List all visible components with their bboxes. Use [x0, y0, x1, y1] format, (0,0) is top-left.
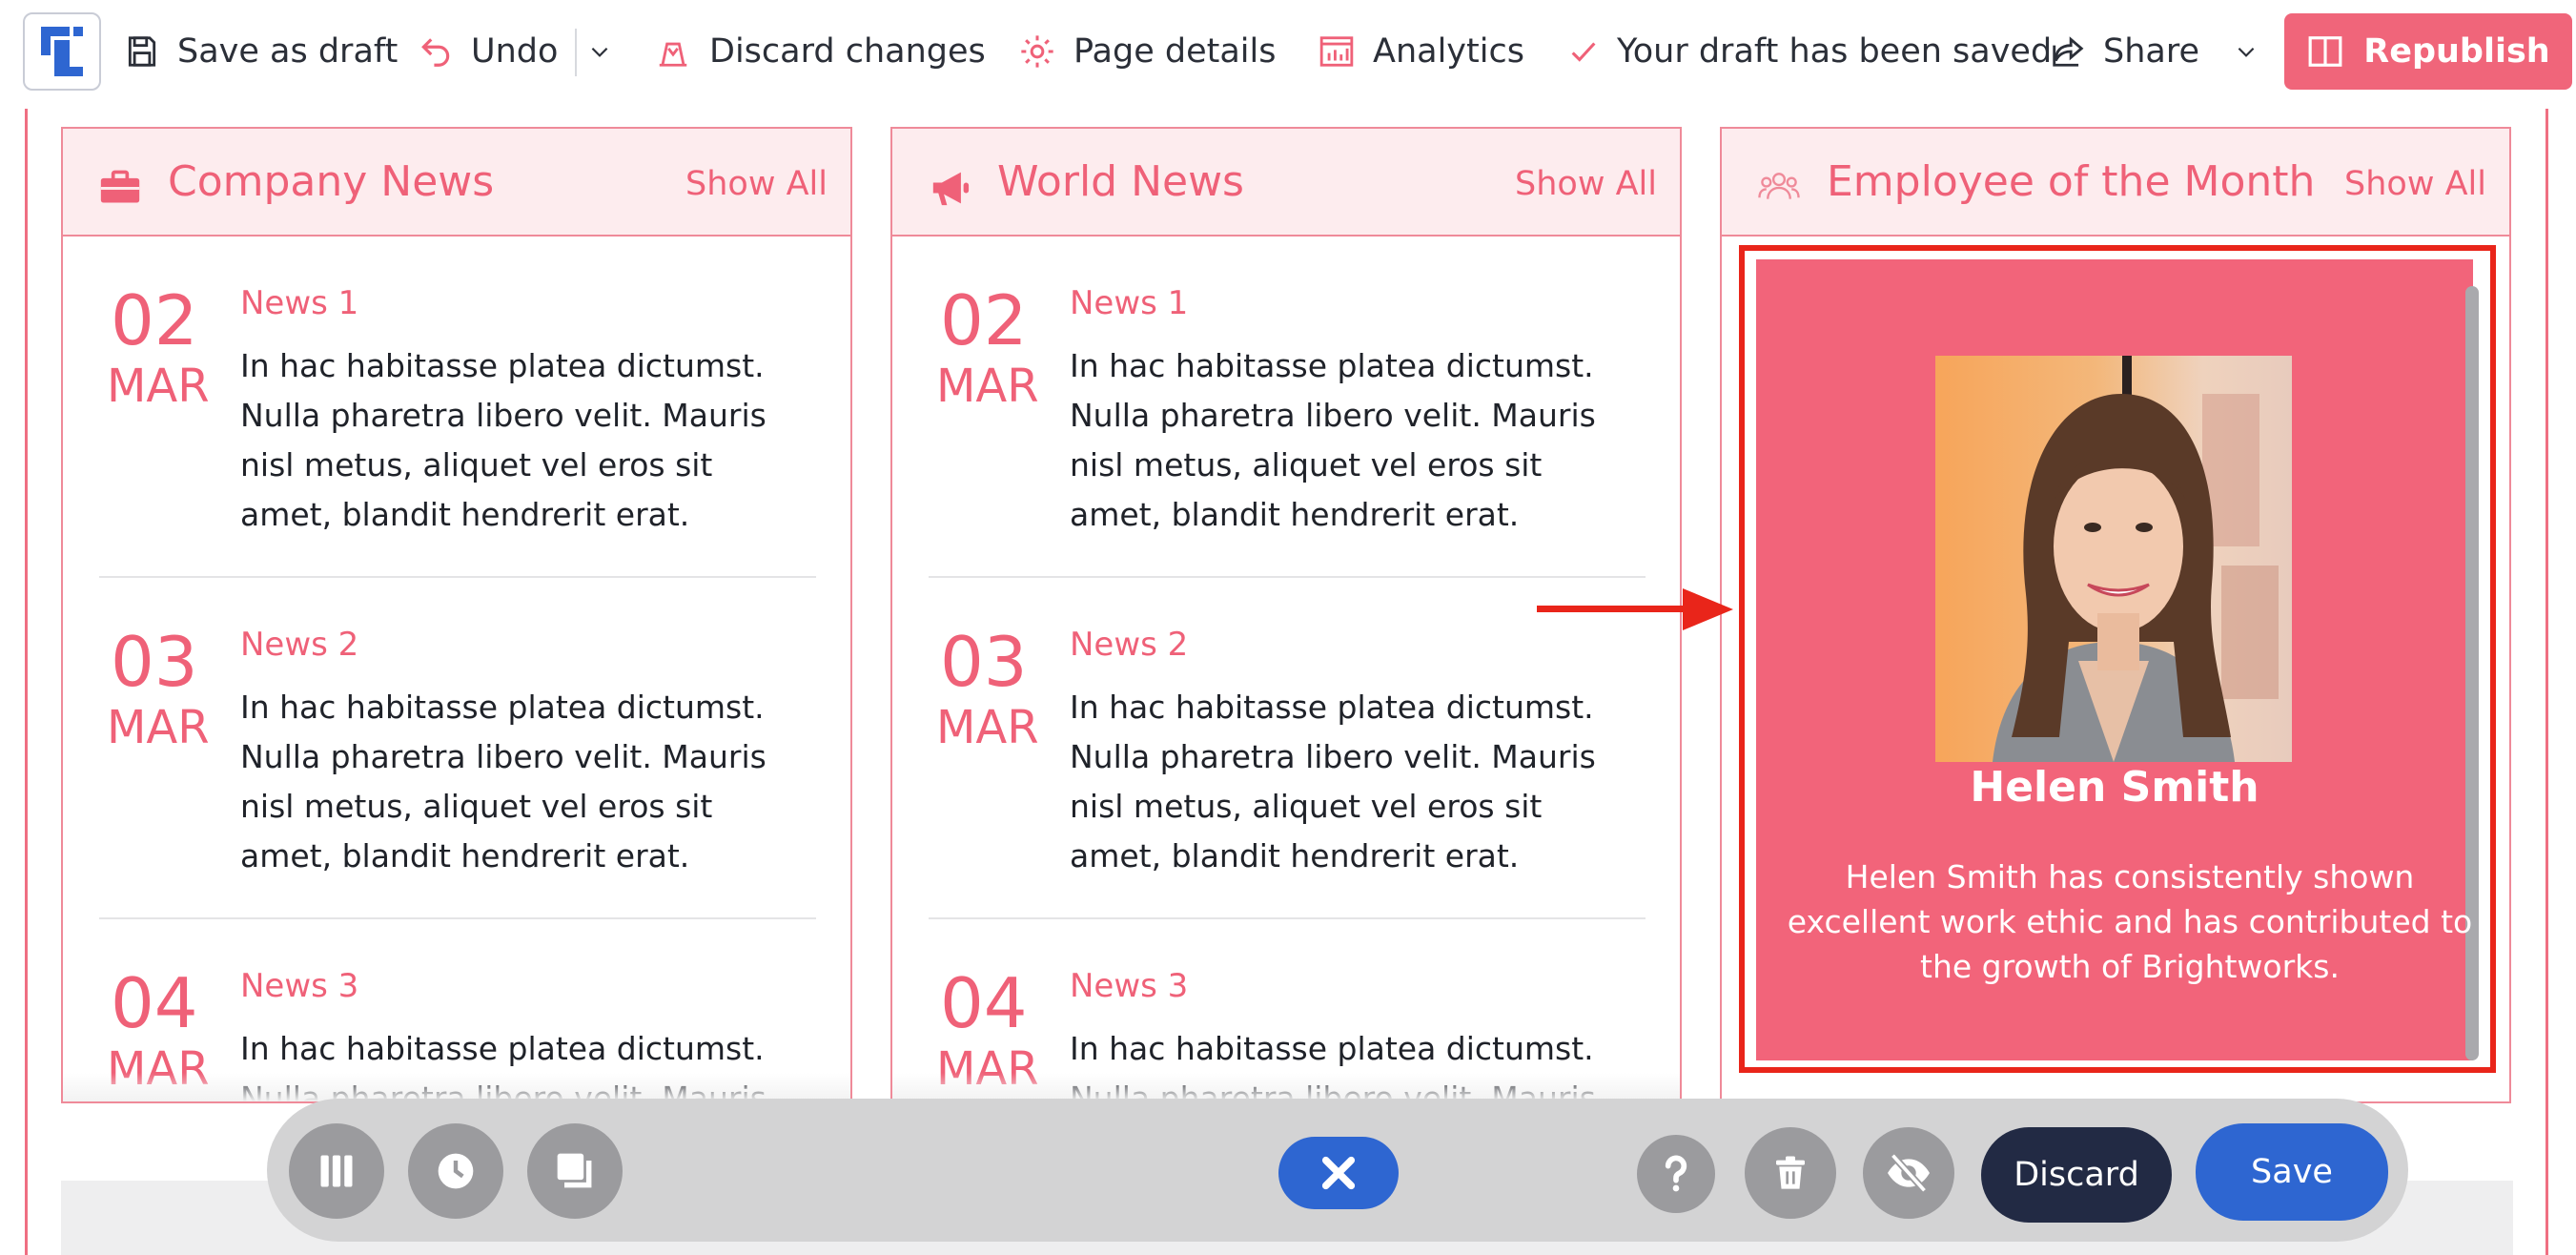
analytics-button[interactable]: Analytics: [1318, 25, 1524, 78]
clock-icon: [438, 1153, 474, 1189]
layout-columns-button[interactable]: [289, 1123, 384, 1219]
news-body: In hac habitasse platea dictumst. Nulla …: [1070, 347, 1596, 533]
page-details-button[interactable]: Page details: [1018, 25, 1276, 78]
news-body: In hac habitasse platea dictumst. Nulla …: [1070, 689, 1596, 874]
undo-icon: [421, 38, 450, 67]
help-icon: [1665, 1155, 1687, 1192]
toolbar-divider: [575, 29, 577, 76]
widget-title: Company News: [168, 157, 495, 206]
news-title[interactable]: News 1: [1070, 284, 1188, 322]
layers-icon: [557, 1153, 592, 1188]
megaphone-icon: [932, 172, 970, 206]
help-button[interactable]: [1637, 1135, 1715, 1213]
scroll-fade: [63, 1073, 850, 1101]
show-all-link[interactable]: Show All: [1515, 165, 1657, 203]
book-icon: [2308, 36, 2342, 67]
widget-header: Employee of the Month Show All: [1722, 129, 2509, 237]
people-icon: [1758, 173, 1800, 199]
app-logo-icon: [41, 27, 83, 76]
share-button[interactable]: Share: [2050, 25, 2259, 78]
hide-block-button[interactable]: [1863, 1127, 1954, 1219]
chevron-down-icon: [2238, 47, 2255, 57]
news-month: MAR: [936, 360, 1039, 413]
republish-label: Republish: [2363, 32, 2550, 71]
news-day: 02: [111, 280, 198, 360]
app-logo[interactable]: [23, 12, 101, 91]
show-all-link[interactable]: Show All: [2344, 165, 2486, 203]
undo-button[interactable]: Undo: [418, 25, 558, 78]
save-draft-button[interactable]: Save as draft: [124, 25, 398, 78]
page-details-label: Page details: [1073, 32, 1277, 71]
undo-label: Undo: [471, 32, 559, 71]
scroll-fade: [892, 1073, 1680, 1101]
selected-block-outline: [1739, 245, 2496, 1073]
widget-header: World News Show All: [892, 129, 1680, 237]
gear-icon: [1021, 35, 1053, 68]
republish-button[interactable]: Republish: [2284, 13, 2572, 90]
news-month: MAR: [107, 360, 210, 413]
widget-header: Company News Show All: [63, 129, 850, 237]
news-item[interactable]: 03 MAR News 2 In hac habitasse platea di…: [99, 578, 816, 919]
company-news-widget[interactable]: Company News Show All 02 MAR News 1 In h…: [61, 127, 852, 1103]
save-icon: [128, 36, 156, 67]
undo-history-dropdown[interactable]: [587, 25, 629, 78]
page-frame-left: [25, 109, 28, 1255]
news-day: 03: [940, 622, 1028, 702]
close-icon: [1321, 1156, 1356, 1190]
widget-title: World News: [997, 157, 1244, 206]
save-button[interactable]: Save: [2196, 1123, 2388, 1221]
analytics-icon: [1319, 36, 1354, 67]
news-day: 04: [940, 963, 1028, 1043]
news-title[interactable]: News 1: [240, 284, 358, 322]
top-toolbar: Save as draft Undo Discard changes Page …: [0, 0, 2576, 103]
share-icon: [2053, 36, 2084, 67]
delete-button[interactable]: [1745, 1127, 1836, 1219]
news-month: MAR: [936, 701, 1039, 754]
draft-status-text: Your draft has been saved: [1617, 32, 2053, 71]
draft-status: Your draft has been saved: [1567, 25, 2052, 78]
briefcase-icon: [100, 170, 140, 203]
chevron-down-icon: [591, 47, 608, 57]
show-all-link[interactable]: Show All: [685, 165, 828, 203]
discard-button[interactable]: Discard: [1981, 1127, 2172, 1223]
discard-changes-label: Discard changes: [709, 32, 986, 71]
analytics-label: Analytics: [1373, 32, 1524, 71]
news-day: 04: [111, 963, 198, 1043]
news-title[interactable]: News 3: [1070, 967, 1188, 1005]
news-day: 03: [111, 622, 198, 702]
news-title[interactable]: News 3: [240, 967, 358, 1005]
discard-changes-button[interactable]: Discard changes: [654, 25, 986, 78]
trash-icon: [1776, 1156, 1805, 1189]
news-title[interactable]: News 2: [1070, 626, 1188, 664]
news-item[interactable]: 02 MAR News 1 In hac habitasse platea di…: [99, 237, 816, 578]
news-body: In hac habitasse platea dictumst. Nulla …: [240, 689, 767, 874]
news-month: MAR: [107, 701, 210, 754]
check-icon: [1571, 42, 1596, 62]
schedule-button[interactable]: [408, 1123, 503, 1219]
save-draft-label: Save as draft: [177, 32, 399, 71]
close-editor-button[interactable]: [1278, 1137, 1399, 1209]
pointer-arrow-icon: [1537, 588, 1733, 630]
page-frame-right: [2545, 109, 2548, 1255]
share-label: Share: [2103, 32, 2200, 71]
news-title[interactable]: News 2: [240, 626, 358, 664]
eye-off-icon: [1888, 1153, 1930, 1193]
news-item[interactable]: 02 MAR News 1 In hac habitasse platea di…: [929, 237, 1646, 578]
discard-icon: [659, 42, 687, 67]
columns-icon: [320, 1155, 353, 1187]
news-day: 02: [940, 280, 1028, 360]
widget-title: Employee of the Month: [1827, 157, 2316, 206]
duplicate-button[interactable]: [527, 1123, 623, 1219]
news-body: In hac habitasse platea dictumst. Nulla …: [240, 347, 767, 533]
